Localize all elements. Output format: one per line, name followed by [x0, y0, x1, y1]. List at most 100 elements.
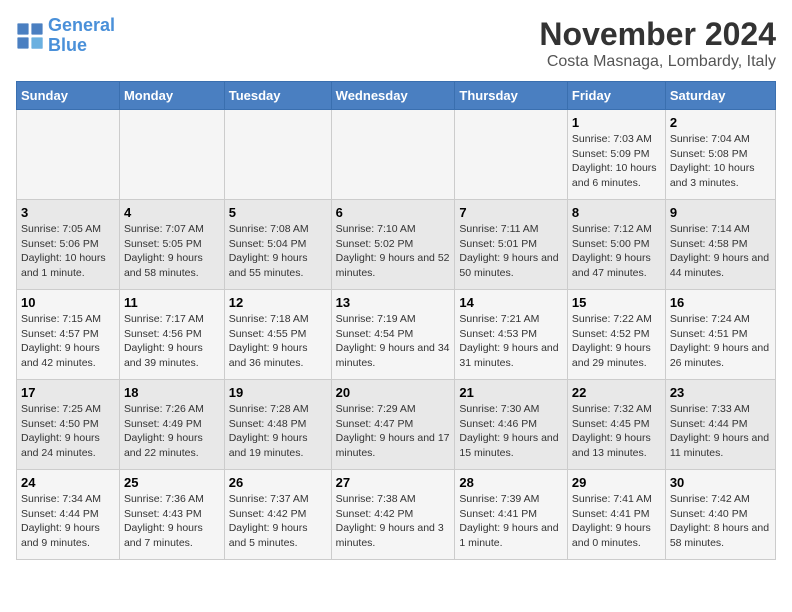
day-info: Sunrise: 7:04 AM Sunset: 5:08 PM Dayligh…	[670, 132, 771, 191]
day-header-thursday: Thursday	[455, 82, 568, 110]
day-info: Sunrise: 7:12 AM Sunset: 5:00 PM Dayligh…	[572, 222, 661, 281]
header-row: SundayMondayTuesdayWednesdayThursdayFrid…	[17, 82, 776, 110]
day-info: Sunrise: 7:14 AM Sunset: 4:58 PM Dayligh…	[670, 222, 771, 281]
week-row-1: 1 Sunrise: 7:03 AM Sunset: 5:09 PM Daylig…	[17, 110, 776, 200]
day-info: Sunrise: 7:41 AM Sunset: 4:41 PM Dayligh…	[572, 492, 661, 551]
calendar-cell: 22 Sunrise: 7:32 AM Sunset: 4:45 PM Dayli…	[567, 380, 665, 470]
day-number: 17	[21, 385, 115, 400]
day-number: 25	[124, 475, 220, 490]
day-number: 10	[21, 295, 115, 310]
calendar-cell: 23 Sunrise: 7:33 AM Sunset: 4:44 PM Dayli…	[665, 380, 775, 470]
calendar-cell: 4Sunrise: 7:07 AM Sunset: 5:05 PM Daylig…	[119, 200, 224, 290]
day-number: 12	[229, 295, 327, 310]
calendar-cell	[455, 110, 568, 200]
logo-line1: General	[48, 15, 115, 35]
week-row-2: 3Sunrise: 7:05 AM Sunset: 5:06 PM Daylig…	[17, 200, 776, 290]
calendar-cell: 18Sunrise: 7:26 AM Sunset: 4:49 PM Dayli…	[119, 380, 224, 470]
calendar-cell	[119, 110, 224, 200]
calendar-cell: 27 Sunrise: 7:38 AM Sunset: 4:42 PM Dayli…	[331, 470, 455, 560]
day-number: 20	[336, 385, 451, 400]
day-info: Sunrise: 7:11 AM Sunset: 5:01 PM Dayligh…	[459, 222, 563, 281]
day-info: Sunrise: 7:34 AM Sunset: 4:44 PM Dayligh…	[21, 492, 115, 551]
day-info: Sunrise: 7:24 AM Sunset: 4:51 PM Dayligh…	[670, 312, 771, 371]
day-info: Sunrise: 7:28 AM Sunset: 4:48 PM Dayligh…	[229, 402, 327, 461]
day-info: Sunrise: 7:42 AM Sunset: 4:40 PM Dayligh…	[670, 492, 771, 551]
day-info: Sunrise: 7:38 AM Sunset: 4:42 PM Dayligh…	[336, 492, 451, 551]
day-info: Sunrise: 7:18 AM Sunset: 4:55 PM Dayligh…	[229, 312, 327, 371]
day-number: 22	[572, 385, 661, 400]
day-info: Sunrise: 7:10 AM Sunset: 5:02 PM Dayligh…	[336, 222, 451, 281]
calendar-cell	[224, 110, 331, 200]
calendar-cell: 20 Sunrise: 7:29 AM Sunset: 4:47 PM Dayli…	[331, 380, 455, 470]
week-row-5: 24 Sunrise: 7:34 AM Sunset: 4:44 PM Dayli…	[17, 470, 776, 560]
day-header-friday: Friday	[567, 82, 665, 110]
logo-line2: Blue	[48, 35, 87, 55]
day-number: 5	[229, 205, 327, 220]
calendar-cell: 6 Sunrise: 7:10 AM Sunset: 5:02 PM Daylig…	[331, 200, 455, 290]
day-info: Sunrise: 7:32 AM Sunset: 4:45 PM Dayligh…	[572, 402, 661, 461]
day-info: Sunrise: 7:19 AM Sunset: 4:54 PM Dayligh…	[336, 312, 451, 371]
calendar-cell: 16 Sunrise: 7:24 AM Sunset: 4:51 PM Dayli…	[665, 290, 775, 380]
calendar-cell: 7 Sunrise: 7:11 AM Sunset: 5:01 PM Daylig…	[455, 200, 568, 290]
calendar-cell: 9Sunrise: 7:14 AM Sunset: 4:58 PM Daylig…	[665, 200, 775, 290]
calendar-cell: 5 Sunrise: 7:08 AM Sunset: 5:04 PM Daylig…	[224, 200, 331, 290]
calendar-cell	[331, 110, 455, 200]
day-number: 28	[459, 475, 563, 490]
day-number: 11	[124, 295, 220, 310]
calendar-cell: 25Sunrise: 7:36 AM Sunset: 4:43 PM Dayli…	[119, 470, 224, 560]
main-title: November 2024	[539, 16, 776, 53]
day-info: Sunrise: 7:22 AM Sunset: 4:52 PM Dayligh…	[572, 312, 661, 371]
day-number: 18	[124, 385, 220, 400]
day-header-monday: Monday	[119, 82, 224, 110]
day-info: Sunrise: 7:33 AM Sunset: 4:44 PM Dayligh…	[670, 402, 771, 461]
day-info: Sunrise: 7:29 AM Sunset: 4:47 PM Dayligh…	[336, 402, 451, 461]
day-number: 21	[459, 385, 563, 400]
day-number: 16	[670, 295, 771, 310]
subtitle: Costa Masnaga, Lombardy, Italy	[539, 53, 776, 71]
calendar-cell: 3Sunrise: 7:05 AM Sunset: 5:06 PM Daylig…	[17, 200, 120, 290]
calendar-cell: 12 Sunrise: 7:18 AM Sunset: 4:55 PM Dayli…	[224, 290, 331, 380]
day-info: Sunrise: 7:37 AM Sunset: 4:42 PM Dayligh…	[229, 492, 327, 551]
day-number: 14	[459, 295, 563, 310]
calendar-cell: 14 Sunrise: 7:21 AM Sunset: 4:53 PM Dayli…	[455, 290, 568, 380]
calendar-cell: 30 Sunrise: 7:42 AM Sunset: 4:40 PM Dayli…	[665, 470, 775, 560]
day-number: 13	[336, 295, 451, 310]
logo-text: General Blue	[48, 16, 115, 56]
day-number: 30	[670, 475, 771, 490]
day-number: 24	[21, 475, 115, 490]
page: General Blue November 2024 Costa Masnaga…	[0, 0, 792, 576]
calendar-table: SundayMondayTuesdayWednesdayThursdayFrid…	[16, 81, 776, 560]
calendar-cell: 1 Sunrise: 7:03 AM Sunset: 5:09 PM Daylig…	[567, 110, 665, 200]
day-info: Sunrise: 7:25 AM Sunset: 4:50 PM Dayligh…	[21, 402, 115, 461]
day-number: 1	[572, 115, 661, 130]
day-number: 2	[670, 115, 771, 130]
day-header-saturday: Saturday	[665, 82, 775, 110]
day-info: Sunrise: 7:30 AM Sunset: 4:46 PM Dayligh…	[459, 402, 563, 461]
calendar-cell: 13 Sunrise: 7:19 AM Sunset: 4:54 PM Dayli…	[331, 290, 455, 380]
day-number: 26	[229, 475, 327, 490]
calendar-cell	[17, 110, 120, 200]
day-info: Sunrise: 7:15 AM Sunset: 4:57 PM Dayligh…	[21, 312, 115, 371]
week-row-3: 10 Sunrise: 7:15 AM Sunset: 4:57 PM Dayli…	[17, 290, 776, 380]
day-number: 7	[459, 205, 563, 220]
calendar-cell: 21 Sunrise: 7:30 AM Sunset: 4:46 PM Dayli…	[455, 380, 568, 470]
logo-icon	[16, 22, 44, 50]
day-number: 23	[670, 385, 771, 400]
day-number: 15	[572, 295, 661, 310]
calendar-cell: 26 Sunrise: 7:37 AM Sunset: 4:42 PM Dayli…	[224, 470, 331, 560]
day-info: Sunrise: 7:08 AM Sunset: 5:04 PM Dayligh…	[229, 222, 327, 281]
day-info: Sunrise: 7:39 AM Sunset: 4:41 PM Dayligh…	[459, 492, 563, 551]
day-number: 3	[21, 205, 115, 220]
day-number: 27	[336, 475, 451, 490]
day-header-tuesday: Tuesday	[224, 82, 331, 110]
calendar-cell: 24 Sunrise: 7:34 AM Sunset: 4:44 PM Dayli…	[17, 470, 120, 560]
day-number: 29	[572, 475, 661, 490]
day-info: Sunrise: 7:21 AM Sunset: 4:53 PM Dayligh…	[459, 312, 563, 371]
day-number: 4	[124, 205, 220, 220]
calendar-cell: 15 Sunrise: 7:22 AM Sunset: 4:52 PM Dayli…	[567, 290, 665, 380]
day-info: Sunrise: 7:17 AM Sunset: 4:56 PM Dayligh…	[124, 312, 220, 371]
day-number: 6	[336, 205, 451, 220]
day-info: Sunrise: 7:03 AM Sunset: 5:09 PM Dayligh…	[572, 132, 661, 191]
calendar-cell: 17 Sunrise: 7:25 AM Sunset: 4:50 PM Dayli…	[17, 380, 120, 470]
logo: General Blue	[16, 16, 115, 56]
